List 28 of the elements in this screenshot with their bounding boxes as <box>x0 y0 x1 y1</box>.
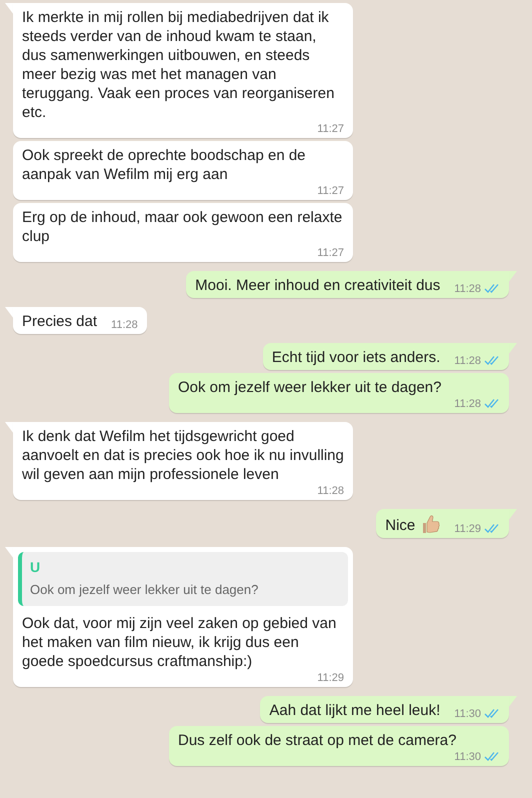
message-time: 11:28 <box>454 354 481 368</box>
message-text: Ik denk dat Wefilm het tijdsgewricht goed aanvoelt en dat is precies ook hoe ik nu invulling wil geven aan mijn professionele leven <box>22 427 344 484</box>
message-time: 11:29 <box>454 522 481 536</box>
message-text: Dus zelf ook de straat op met de camera? <box>178 731 456 750</box>
message-text: Ook dat, voor mij zijn veel zaken op gebied van het maken van film nieuw, ik krijg dus een goede spoedcursus craftmanship:) <box>22 614 338 671</box>
message-text: Echt tijd voor iets anders. <box>272 348 440 367</box>
message-time: 11:27 <box>317 246 344 260</box>
message-text: Precies dat <box>22 312 98 331</box>
message-text: Aah dat lijkt me heel leuk! <box>269 701 440 720</box>
message-text: Erg op de inhoud, maar ook gewoon een relaxte clup <box>22 208 344 246</box>
message-time: 11:28 <box>454 282 481 296</box>
quoted-message[interactable]: U Ook om jezelf weer lekker uit te dagen? <box>18 552 348 606</box>
message-time: 11:29 <box>317 670 344 684</box>
message-time: 11:30 <box>454 750 481 764</box>
message-time: 11:28 <box>317 484 344 498</box>
message-time: 11:30 <box>454 706 481 720</box>
thumbs-up-icon <box>421 514 440 534</box>
message-text: Mooi. Meer inhoud en creativiteit dus <box>195 276 440 295</box>
message-time: 11:28 <box>454 396 481 410</box>
message-text: Nice <box>385 516 416 535</box>
quote-text: Ook om jezelf weer lekker uit te dagen? <box>30 581 260 599</box>
message-time: 11:27 <box>317 184 344 198</box>
quote-author: U <box>30 558 42 577</box>
message-text: Ik merkte in mij rollen bij mediabedrijven dat ik steeds verder van de inhoud kwam te staan, dus samenwerkingen uitbouwen, en steeds meer bezig was met het managen van teruggang. Vaak een proces van reorganiseren etc. <box>22 8 336 122</box>
message-time: 11:27 <box>317 122 344 136</box>
message-text: Ook spreekt de oprechte boodschap en de aanpak van Wefilm mij erg aan <box>22 146 307 184</box>
message-text: Ook om jezelf weer lekker uit te dagen? <box>178 378 442 397</box>
message-time: 11:28 <box>111 318 138 332</box>
